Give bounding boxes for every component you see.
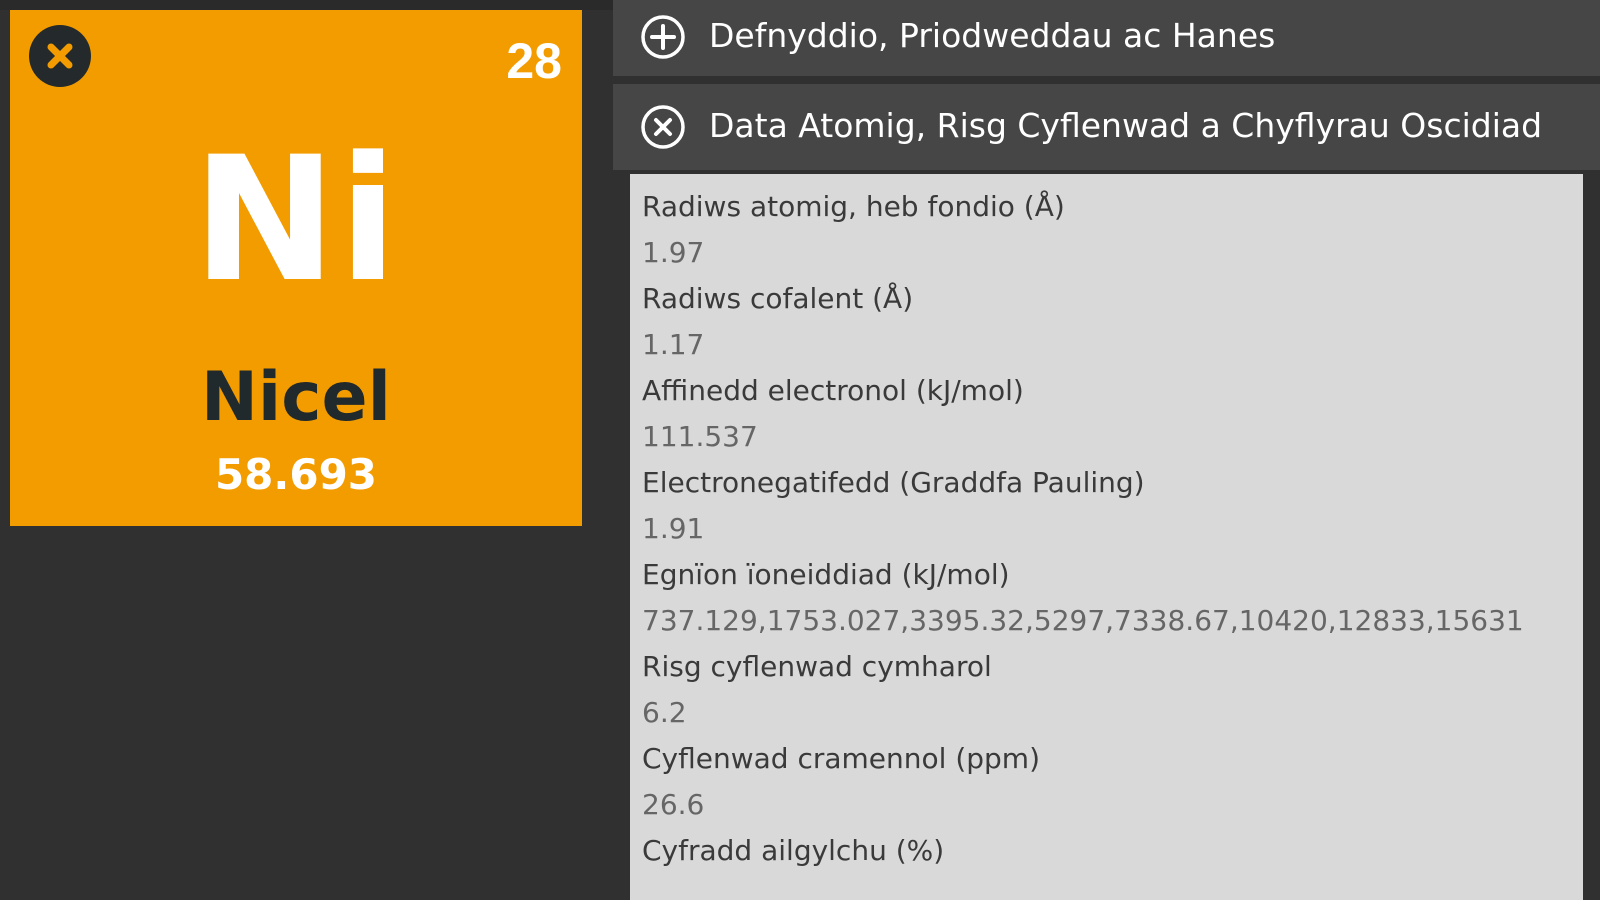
- data-value: 1.91: [642, 512, 705, 545]
- top-strip: [0, 0, 613, 10]
- data-value: 111.537: [642, 420, 758, 453]
- close-button[interactable]: [29, 25, 91, 87]
- data-row: Radiws cofalent (Å) 1.17: [642, 276, 1583, 368]
- data-label: Affinedd electronol (kJ/mol): [642, 374, 1024, 407]
- close-circle-icon: [641, 105, 685, 149]
- data-value: 737.129,1753.027,3395.32,5297,7338.67,10…: [642, 604, 1524, 637]
- data-label: Risg cyflenwad cymharol: [642, 650, 992, 683]
- close-icon: [47, 43, 73, 69]
- data-label: Cyfradd ailgylchu (%): [642, 834, 945, 867]
- data-label: Egnïon ïoneiddiad (kJ/mol): [642, 558, 1010, 591]
- element-tile: 28 Ni Nicel 58.693: [10, 10, 582, 526]
- atomic-data-list: Radiws atomig, heb fondio (Å) 1.97 Radiw…: [630, 174, 1583, 874]
- atomic-number: 28: [506, 33, 562, 89]
- data-row: Egnïon ïoneiddiad (kJ/mol) 737.129,1753.…: [642, 552, 1583, 644]
- data-row: Electronegatifedd (Graddfa Pauling) 1.91: [642, 460, 1583, 552]
- data-value: 1.97: [642, 236, 705, 269]
- data-row: Risg cyflenwad cymharol 6.2: [642, 644, 1583, 736]
- data-label: Radiws cofalent (Å): [642, 282, 914, 315]
- element-symbol: Ni: [192, 119, 400, 320]
- data-row: Cyfradd ailgylchu (%): [642, 828, 1583, 874]
- accordion-uses-properties-history[interactable]: Defnyddio, Priodweddau ac Hanes: [613, 0, 1600, 76]
- data-value: 1.17: [642, 328, 705, 361]
- atomic-data-content[interactable]: Radiws atomig, heb fondio (Å) 1.97 Radiw…: [630, 174, 1583, 900]
- accordion-atomic-data[interactable]: Data Atomig, Risg Cyflenwad a Chyflyrau …: [613, 84, 1600, 170]
- element-name: Nicel: [201, 358, 391, 437]
- details-panel: Defnyddio, Priodweddau ac Hanes Data Ato…: [613, 0, 1600, 900]
- plus-circle-icon: [641, 15, 685, 59]
- data-label: Electronegatifedd (Graddfa Pauling): [642, 466, 1145, 499]
- data-row: Affinedd electronol (kJ/mol) 111.537: [642, 368, 1583, 460]
- data-row: Radiws atomig, heb fondio (Å) 1.97: [642, 184, 1583, 276]
- atomic-mass: 58.693: [214, 450, 378, 499]
- data-value: 6.2: [642, 696, 687, 729]
- data-label: Cyflenwad cramennol (ppm): [642, 742, 1041, 775]
- data-row: Cyflenwad cramennol (ppm) 26.6: [642, 736, 1583, 828]
- accordion-label: Data Atomig, Risg Cyflenwad a Chyflyrau …: [709, 106, 1543, 145]
- data-value: 26.6: [642, 788, 705, 821]
- accordion-label: Defnyddio, Priodweddau ac Hanes: [709, 16, 1276, 55]
- data-label: Radiws atomig, heb fondio (Å): [642, 190, 1065, 223]
- element-detail-screen: 28 Ni Nicel 58.693 Defnyddio, Priodwedda…: [0, 0, 1600, 900]
